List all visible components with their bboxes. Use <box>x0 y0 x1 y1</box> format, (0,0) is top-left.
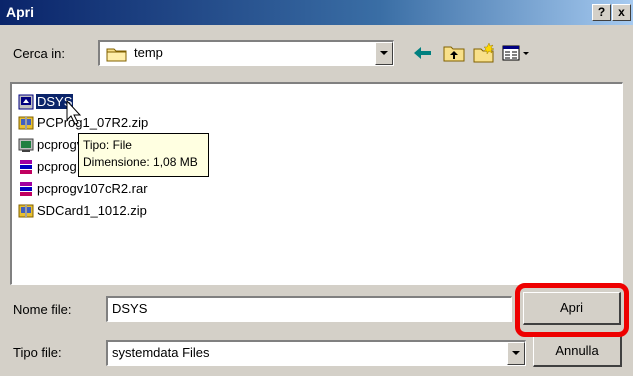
window-title: Apri <box>6 4 34 20</box>
help-button[interactable]: ? <box>592 4 611 21</box>
folder-icon <box>106 48 127 62</box>
file-tooltip: Tipo: File Dimensione: 1,08 MB <box>78 133 209 177</box>
rar-icon <box>20 159 32 174</box>
highlight-annotation <box>515 283 629 337</box>
system-file-icon <box>18 94 34 109</box>
cancel-button[interactable]: Annulla <box>533 336 622 367</box>
up-folder-icon[interactable] <box>442 42 466 64</box>
file-list[interactable]: DSYS PCProg1_07R2.zip pcprogv107... pcpr… <box>10 82 623 285</box>
lookin-combobox[interactable]: temp <box>98 40 394 66</box>
back-arrow-icon[interactable] <box>411 42 435 64</box>
filetype-combobox[interactable]: systemdata Files <box>106 340 526 366</box>
title-bar: Apri ? x <box>0 0 633 25</box>
program-icon <box>18 138 34 152</box>
filetype-label: Tipo file: <box>13 345 62 360</box>
lookin-label: Cerca in: <box>13 46 66 61</box>
filename-label: Nome file: <box>13 302 72 317</box>
zip-icon <box>18 204 34 217</box>
lookin-value: temp <box>134 45 163 60</box>
rar-icon <box>20 181 32 196</box>
mouse-cursor-icon <box>66 100 82 125</box>
filetype-value: systemdata Files <box>112 345 210 360</box>
filetype-dropdown-button[interactable] <box>507 342 525 365</box>
view-menu-icon[interactable] <box>500 42 534 64</box>
filename-input[interactable]: DSYS <box>106 296 512 322</box>
close-button[interactable]: x <box>612 4 631 21</box>
filename-value: DSYS <box>112 301 148 316</box>
new-folder-icon[interactable] <box>472 42 496 64</box>
file-item[interactable]: SDCard1_1012.zip <box>18 201 148 220</box>
tooltip-size: Dimensione: 1,08 MB <box>83 155 198 169</box>
zip-icon <box>18 116 34 129</box>
lookin-dropdown-button[interactable] <box>375 42 393 65</box>
file-item[interactable]: pcprogv107cR2.rar <box>18 179 149 198</box>
tooltip-type: Tipo: File <box>83 138 132 152</box>
